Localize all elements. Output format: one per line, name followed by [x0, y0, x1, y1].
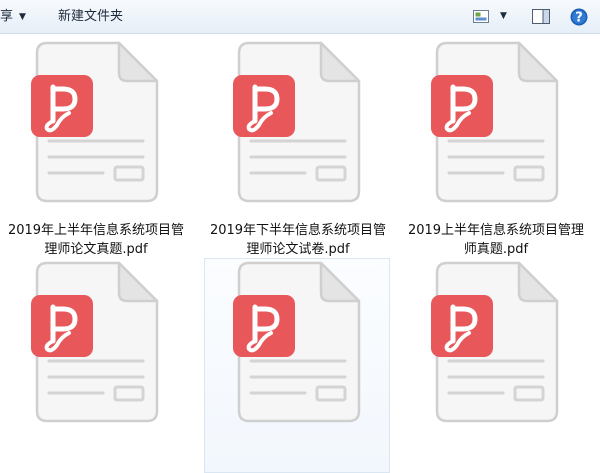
new-folder-button[interactable]: 新建文件夹	[58, 9, 123, 25]
file-item[interactable]	[204, 258, 390, 473]
file-item[interactable]	[402, 258, 588, 473]
file-name-label: 2019年上半年信息系统项目管 理师论文真题.pdf	[3, 221, 189, 259]
share-label: 享	[0, 9, 14, 24]
preview-pane-icon[interactable]	[532, 9, 550, 24]
file-name-line: 师真题.pdf	[463, 242, 529, 257]
help-icon[interactable]: ?	[570, 8, 588, 26]
pdf-file-icon	[31, 261, 159, 423]
command-toolbar: 享 ▼ 新建文件夹 ▼ ?	[0, 0, 600, 34]
file-name-label: 2019上半年信息系统项目管理 师真题.pdf	[403, 221, 589, 259]
file-item[interactable]: 2019年上半年信息系统项目管 理师论文真题.pdf	[2, 38, 188, 257]
file-name-label: 2019年下半年信息系统项目管 理师论文试卷.pdf	[205, 221, 391, 259]
pdf-file-icon	[233, 261, 361, 423]
share-menu-button[interactable]: 享 ▼	[0, 9, 26, 25]
file-name-line: 理师论文试卷.pdf	[246, 242, 350, 257]
file-name-line: 2019上半年信息系统项目管理	[407, 223, 585, 238]
pdf-file-icon	[431, 41, 559, 203]
file-item[interactable]	[2, 258, 188, 473]
pdf-file-icon	[233, 41, 361, 203]
caret-down-icon: ▼	[19, 12, 26, 22]
svg-text:?: ?	[575, 11, 583, 26]
pdf-file-icon	[31, 41, 159, 203]
change-view-icon[interactable]	[473, 10, 489, 23]
caret-down-icon[interactable]: ▼	[500, 11, 507, 21]
file-item[interactable]: 2019年下半年信息系统项目管 理师论文试卷.pdf	[204, 38, 390, 257]
file-name-line: 2019年上半年信息系统项目管	[7, 223, 185, 238]
file-item[interactable]: 2019上半年信息系统项目管理 师真题.pdf	[402, 38, 588, 257]
pdf-file-icon	[431, 261, 559, 423]
file-name-line: 2019年下半年信息系统项目管	[209, 223, 387, 238]
file-view: 2019年上半年信息系统项目管 理师论文真题.pdf 2019年下半年信息系统项…	[0, 34, 600, 473]
file-name-line: 理师论文真题.pdf	[44, 242, 148, 257]
